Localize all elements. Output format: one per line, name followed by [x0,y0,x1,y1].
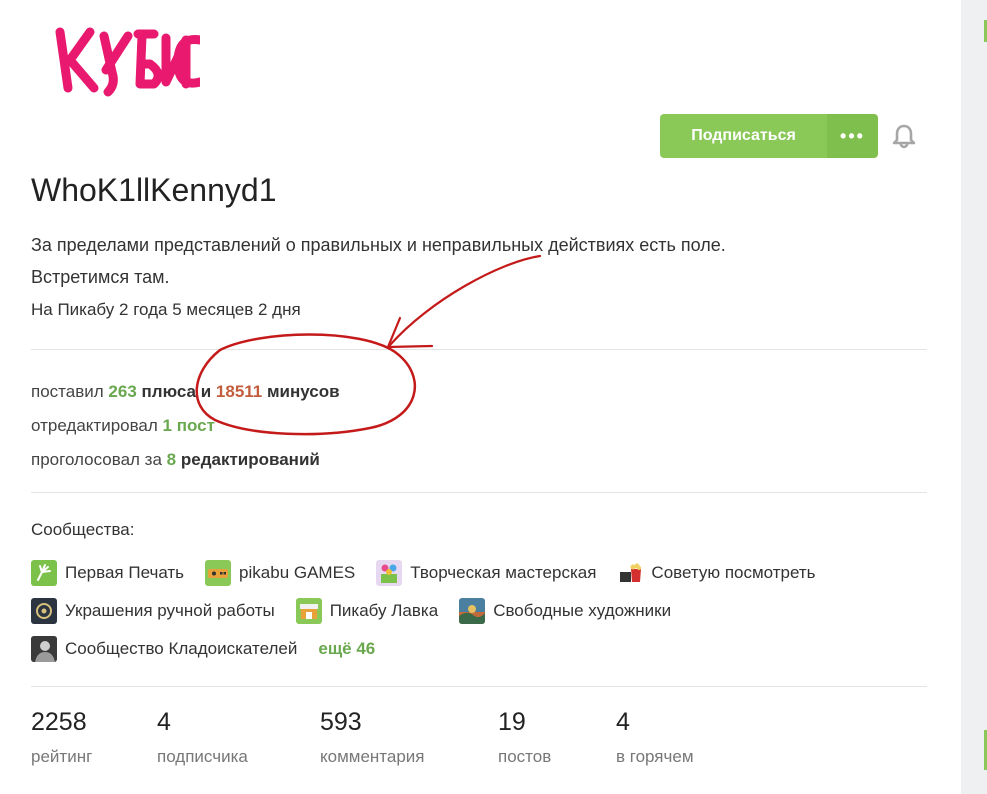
stat-value: 593 [320,708,362,736]
profile-logo [55,27,200,97]
stat-subscribers[interactable]: 4 подписчика [157,708,320,767]
pluses-count: 263 [108,382,137,401]
painting-icon [459,598,486,624]
stat-label: комментария [320,747,425,766]
community-item[interactable]: Первая Печать [31,560,184,586]
profile-since: На Пикабу 2 года 5 месяцев 2 дня [31,300,301,319]
activity-edits: отредактировал 1 пост [31,409,340,443]
community-label: Советую посмотреть [651,563,816,582]
subscribe-button[interactable]: Подписаться [660,114,827,158]
hand-print-icon [31,560,57,586]
craft-workshop-icon [376,560,403,586]
stat-value: 19 [498,708,526,736]
communities-row: Первая Печать pikabu GAMES Творческая ма… [31,560,837,586]
voted-count: 8 [166,450,177,469]
film-popcorn-icon [617,560,644,586]
community-label: Сообщество Кладоискателей [65,639,298,658]
stat-hot[interactable]: 4 в горячем [616,708,746,767]
activity-text: минусов [266,382,340,401]
activity-text: плюса и [141,382,212,401]
stat-rating[interactable]: 2258 рейтинг [31,708,157,767]
more-communities-link[interactable]: ещё 46 [318,639,375,659]
activity-text: отредактировал [31,416,158,435]
divider [31,492,927,493]
bio-line: Встретимся там. [31,267,170,287]
activity-text: проголосовал за [31,450,162,469]
community-item[interactable]: Украшения ручной работы [31,598,275,624]
stat-posts[interactable]: 19 постов [498,708,616,767]
bell-icon[interactable] [890,122,918,150]
minuses-count: 18511 [215,382,263,401]
activity-text: редактирований [180,450,320,469]
community-item[interactable]: pikabu GAMES [205,560,355,586]
treasure-hunter-icon [31,636,57,662]
community-item[interactable]: Советую посмотреть [617,560,816,586]
jewelry-icon [31,598,57,624]
activity-voted: проголосовал за 8 редактирований [31,443,340,477]
community-item[interactable]: Сообщество Кладоискателей [31,636,297,662]
profile-bio: За пределами представлений о правильных … [31,229,831,293]
stat-comments[interactable]: 593 комментария [320,708,498,767]
community-label: Первая Печать [65,563,185,582]
shop-icon [295,598,322,624]
profile-username: WhoK1llKennyd1 [31,172,277,208]
annotation-arrow-head [386,316,434,349]
community-label: Украшения ручной работы [65,601,275,620]
stat-label: рейтинг [31,747,93,766]
activity-text: поставил [31,382,104,401]
stat-label: постов [498,747,552,766]
communities-row: Украшения ручной работы Пикабу Лавка Сво… [31,598,692,624]
community-label: Творческая мастерская [410,563,597,582]
communities-row: Сообщество Кладоискателей ещё 46 [31,636,375,662]
community-label: pikabu GAMES [239,563,356,582]
activity-summary: поставил 263 плюса и 18511 минусов отред… [31,375,340,477]
edited-posts-link[interactable]: 1 пост [163,416,215,435]
stat-value: 4 [157,708,171,736]
profile-stats: 2258 рейтинг 4 подписчика 593 комментари… [31,708,746,767]
community-label: Свободные художники [493,601,672,620]
divider [31,349,927,350]
activity-votes: поставил 263 плюса и 18511 минусов [31,375,340,409]
gamepad-icon [205,560,232,586]
community-item[interactable]: Свободные художники [459,598,671,624]
bio-line: За пределами представлений о правильных … [31,235,726,255]
stat-value: 2258 [31,708,87,736]
stat-label: в горячем [616,747,694,766]
divider [31,686,927,687]
profile-card: Подписаться ••• WhoK1llKennyd1 За предел… [0,0,961,794]
page-gutter [961,0,987,794]
stat-label: подписчика [157,747,248,766]
communities-title: Сообщества: [31,520,135,539]
community-item[interactable]: Творческая мастерская [376,560,596,586]
community-item[interactable]: Пикабу Лавка [295,598,439,624]
stat-value: 4 [616,708,630,736]
more-options-button[interactable]: ••• [827,114,878,158]
community-label: Пикабу Лавка [329,601,439,620]
